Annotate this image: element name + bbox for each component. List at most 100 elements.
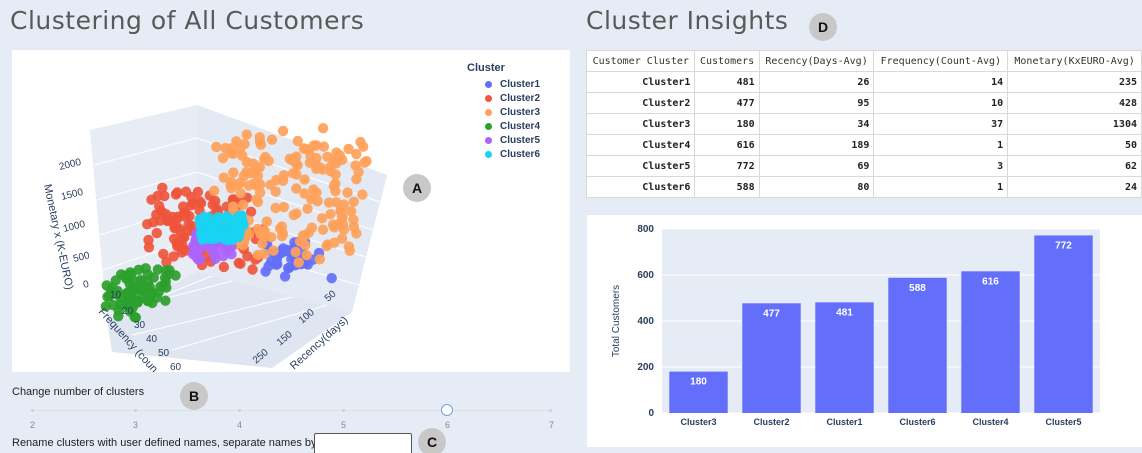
scatter-point [252, 223, 263, 235]
slider-tick-label: 6 [445, 420, 451, 430]
legend-item-cluster4[interactable]: Cluster4 [467, 119, 540, 133]
scatter-point [327, 219, 339, 230]
scatter-point [314, 254, 325, 265]
rename-label: Rename clusters with user defined names,… [12, 437, 356, 449]
scatter-point [136, 277, 147, 288]
x-tick-label: Cluster3 [680, 417, 716, 427]
bar-chart[interactable]: 0 200 400 600 800 180 477 481 588 616 772 Cluster… [587, 215, 1142, 447]
scatter-point [261, 216, 272, 227]
slider-tick-label: 5 [341, 420, 347, 430]
scatter-point [311, 163, 322, 174]
scatter-point [228, 167, 239, 178]
legend-item-cluster2[interactable]: Cluster2 [467, 91, 540, 105]
scatter-point [335, 206, 346, 217]
y-tick-label: 400 [637, 316, 654, 327]
bar-cluster4[interactable] [961, 271, 1020, 413]
scatter-point [279, 271, 291, 282]
column-header[interactable]: Customers [694, 50, 760, 72]
scatter-point [254, 187, 266, 198]
legend-item-cluster3[interactable]: Cluster3 [467, 105, 540, 119]
cluster-count-slider[interactable] [32, 410, 552, 411]
x-tick-label: Cluster1 [826, 417, 862, 427]
scatter-point [151, 227, 162, 239]
scatter-point [178, 243, 189, 255]
svg-text:40: 40 [146, 334, 158, 345]
scatter-point [159, 190, 170, 202]
slider-tick-label: 4 [237, 420, 243, 430]
bar-value-label: 481 [836, 307, 853, 318]
scatter-point [158, 280, 170, 291]
bar-value-label: 772 [1055, 240, 1072, 251]
y-tick-label: 800 [637, 224, 654, 235]
scatter-point [325, 209, 336, 220]
scatter-point [266, 134, 278, 145]
scatter-point [232, 212, 243, 223]
scatter-point [148, 217, 159, 228]
scatter-point [317, 224, 329, 235]
scatter-point [222, 235, 233, 246]
scatter-point [225, 176, 237, 188]
scatter-3d-plot[interactable]: 2000 1500 1000 500 0 Monetary x (K-EURO)… [12, 50, 570, 375]
slider-tick-label: 3 [133, 420, 139, 430]
scatter-point [342, 187, 353, 198]
scatter-point [291, 183, 302, 194]
bar-cluster2[interactable] [742, 303, 801, 413]
scatter-point [160, 295, 171, 306]
bar-cluster6[interactable] [888, 277, 947, 413]
scatter-point [235, 223, 246, 234]
scatter-point [345, 206, 357, 217]
svg-text:1000: 1000 [62, 219, 87, 235]
table-row: Cluster2 477 95 10 428 [585, 92, 1142, 114]
y-axis-title: Total Customers [611, 285, 622, 357]
slider-tick [549, 409, 552, 412]
scatter-point [217, 152, 229, 164]
x-tick-label: Cluster5 [1045, 417, 1081, 427]
legend-item-cluster5[interactable]: Cluster5 [467, 133, 540, 147]
scatter-point [343, 143, 354, 155]
bar-chart-panel[interactable]: 0 200 400 600 800 180 477 481 588 616 772 Cluster… [587, 215, 1142, 447]
scatter-point [317, 123, 329, 134]
scatter-point [259, 154, 270, 165]
scatter-point [160, 265, 172, 276]
table-row: Cluster1 481 26 14 235 [585, 71, 1142, 93]
scatter-point [326, 273, 337, 284]
column-header[interactable]: Frequency(Count-Avg) [873, 50, 1009, 72]
scatter-point [248, 158, 259, 169]
rename-clusters-input[interactable] [314, 433, 412, 453]
legend-dot-icon [485, 122, 492, 130]
scatter-point [355, 136, 366, 148]
scatter-point [170, 189, 182, 200]
slider-tick-label: 7 [549, 420, 555, 430]
slider-label: Change number of clusters [12, 386, 145, 398]
scatter-point [173, 222, 184, 234]
column-header[interactable]: Monetary(KxEURO-Avg) [1007, 50, 1142, 72]
bar-cluster1[interactable] [815, 302, 874, 413]
scatter-point [292, 135, 303, 147]
scatter-point [357, 189, 368, 200]
svg-text:10: 10 [110, 290, 122, 301]
scatter-point [344, 245, 355, 256]
legend-item-cluster6[interactable]: Cluster6 [467, 147, 540, 161]
column-header[interactable]: Customer Cluster [585, 50, 696, 72]
marker-badge-b: B [180, 382, 208, 410]
bar-value-label: 477 [763, 308, 780, 319]
bar-cluster5[interactable] [1034, 235, 1093, 413]
scatter-point [187, 198, 198, 209]
cluster-legend: Cluster Cluster1 Cluster2 Cluster3 Clust… [467, 62, 540, 161]
x-axis-ticks: Cluster3 Cluster2 Cluster1 Cluster6 Cluster4… [680, 417, 1081, 427]
column-header[interactable]: Recency(Days-Avg) [758, 50, 875, 72]
slider-handle[interactable] [441, 404, 453, 416]
svg-text:30: 30 [134, 320, 146, 331]
scatter-point [265, 179, 276, 190]
scatter-point [301, 144, 312, 155]
legend-dot-icon [485, 94, 492, 102]
scatter-point [293, 257, 304, 268]
legend-item-cluster1[interactable]: Cluster1 [467, 77, 540, 91]
scatter-point [154, 200, 165, 212]
scatter-point [178, 201, 189, 212]
marker-badge-c: C [418, 428, 446, 453]
scatter-point [243, 180, 255, 191]
insights-table: Customer Cluster Customers Recency(Days-… [585, 50, 1142, 198]
scatter-point [351, 228, 362, 239]
table-row: Cluster6 588 80 1 24 [585, 176, 1142, 198]
